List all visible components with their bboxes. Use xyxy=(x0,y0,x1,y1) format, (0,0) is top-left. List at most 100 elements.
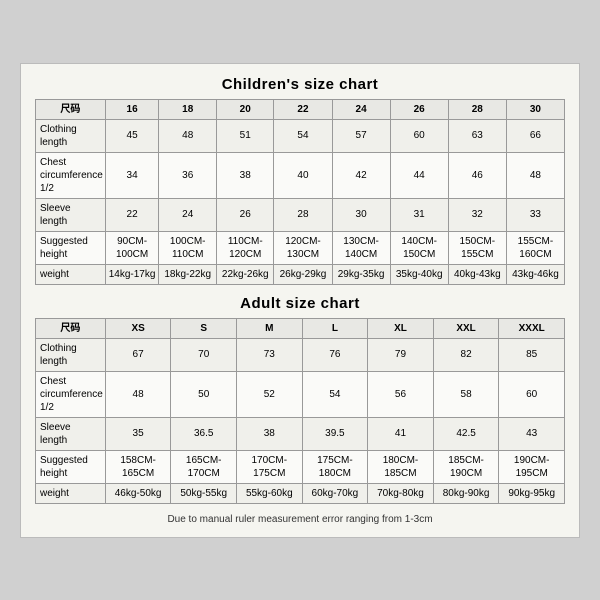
cell-value: 35 xyxy=(105,417,171,450)
cell-value: 22 xyxy=(105,198,159,231)
cell-value: 34 xyxy=(105,152,159,198)
cell-value: 31 xyxy=(390,198,448,231)
column-header: 18 xyxy=(159,99,217,119)
cell-value: 170CM-175CM xyxy=(237,450,303,483)
cell-value: 180CM-185CM xyxy=(368,450,434,483)
cell-value: 39.5 xyxy=(302,417,368,450)
cell-value: 175CM-180CM xyxy=(302,450,368,483)
cell-value: 38 xyxy=(217,152,274,198)
cell-value: 42 xyxy=(332,152,390,198)
cell-value: 82 xyxy=(433,338,499,371)
cell-value: 28 xyxy=(274,198,332,231)
row-label: Suggested height xyxy=(36,231,106,264)
column-header: XS xyxy=(105,318,171,338)
row-label: Chest circumference 1/2 xyxy=(36,371,106,417)
cell-value: 46 xyxy=(448,152,506,198)
column-header: 尺码 xyxy=(36,99,106,119)
table-row: Suggested height158CM-165CM165CM-170CM17… xyxy=(36,450,565,483)
row-label: Suggested height xyxy=(36,450,106,483)
cell-value: 57 xyxy=(332,119,390,152)
table-row: Suggested height90CM-100CM100CM-110CM110… xyxy=(36,231,565,264)
cell-value: 36 xyxy=(159,152,217,198)
cell-value: 26kg-29kg xyxy=(274,264,332,284)
cell-value: 76 xyxy=(302,338,368,371)
cell-value: 48 xyxy=(506,152,564,198)
cell-value: 43kg-46kg xyxy=(506,264,564,284)
cell-value: 30 xyxy=(332,198,390,231)
cell-value: 40kg-43kg xyxy=(448,264,506,284)
cell-value: 100CM-110CM xyxy=(159,231,217,264)
row-label: Clothing length xyxy=(36,338,106,371)
row-label: weight xyxy=(36,483,106,503)
column-header: 20 xyxy=(217,99,274,119)
column-header: 22 xyxy=(274,99,332,119)
cell-value: 44 xyxy=(390,152,448,198)
cell-value: 41 xyxy=(368,417,434,450)
cell-value: 60kg-70kg xyxy=(302,483,368,503)
cell-value: 50kg-55kg xyxy=(171,483,237,503)
cell-value: 73 xyxy=(237,338,303,371)
cell-value: 190CM-195CM xyxy=(499,450,565,483)
cell-value: 155CM-160CM xyxy=(506,231,564,264)
column-header: 尺码 xyxy=(36,318,106,338)
cell-value: 36.5 xyxy=(171,417,237,450)
row-label: Sleeve length xyxy=(36,198,106,231)
table-row: Chest circumference 1/23436384042444648 xyxy=(36,152,565,198)
cell-value: 90kg-95kg xyxy=(499,483,565,503)
cell-value: 85 xyxy=(499,338,565,371)
cell-value: 38 xyxy=(237,417,303,450)
column-header: S xyxy=(171,318,237,338)
children-chart-table: 尺码1618202224262830 Clothing length454851… xyxy=(35,99,565,285)
column-header: 30 xyxy=(506,99,564,119)
cell-value: 110CM-120CM xyxy=(217,231,274,264)
cell-value: 40 xyxy=(274,152,332,198)
cell-value: 150CM-155CM xyxy=(448,231,506,264)
cell-value: 70kg-80kg xyxy=(368,483,434,503)
cell-value: 50 xyxy=(171,371,237,417)
cell-value: 80kg-90kg xyxy=(433,483,499,503)
table-row: Clothing length4548515457606366 xyxy=(36,119,565,152)
cell-value: 158CM-165CM xyxy=(105,450,171,483)
row-label: Sleeve length xyxy=(36,417,106,450)
table-row: weight14kg-17kg18kg-22kg22kg-26kg26kg-29… xyxy=(36,264,565,284)
adult-chart-table: 尺码XSSMLXLXXLXXXL Clothing length67707376… xyxy=(35,318,565,504)
cell-value: 24 xyxy=(159,198,217,231)
cell-value: 42.5 xyxy=(433,417,499,450)
column-header: 24 xyxy=(332,99,390,119)
cell-value: 32 xyxy=(448,198,506,231)
cell-value: 43 xyxy=(499,417,565,450)
cell-value: 55kg-60kg xyxy=(237,483,303,503)
column-header: L xyxy=(302,318,368,338)
column-header: 28 xyxy=(448,99,506,119)
cell-value: 90CM-100CM xyxy=(105,231,159,264)
cell-value: 60 xyxy=(499,371,565,417)
cell-value: 33 xyxy=(506,198,564,231)
cell-value: 48 xyxy=(159,119,217,152)
cell-value: 56 xyxy=(368,371,434,417)
cell-value: 79 xyxy=(368,338,434,371)
cell-value: 46kg-50kg xyxy=(105,483,171,503)
cell-value: 54 xyxy=(274,119,332,152)
adult-chart-title: Adult size chart xyxy=(35,295,565,312)
cell-value: 29kg-35kg xyxy=(332,264,390,284)
cell-value: 48 xyxy=(105,371,171,417)
cell-value: 185CM-190CM xyxy=(433,450,499,483)
cell-value: 54 xyxy=(302,371,368,417)
cell-value: 51 xyxy=(217,119,274,152)
column-header: XL xyxy=(368,318,434,338)
cell-value: 14kg-17kg xyxy=(105,264,159,284)
column-header: M xyxy=(237,318,303,338)
column-header: XXXL xyxy=(499,318,565,338)
row-label: Clothing length xyxy=(36,119,106,152)
cell-value: 26 xyxy=(217,198,274,231)
column-header: XXL xyxy=(433,318,499,338)
cell-value: 60 xyxy=(390,119,448,152)
table-row: Chest circumference 1/248505254565860 xyxy=(36,371,565,417)
table-row: Clothing length67707376798285 xyxy=(36,338,565,371)
cell-value: 18kg-22kg xyxy=(159,264,217,284)
row-label: weight xyxy=(36,264,106,284)
cell-value: 52 xyxy=(237,371,303,417)
footer-note: Due to manual ruler measurement error ra… xyxy=(35,514,565,525)
cell-value: 70 xyxy=(171,338,237,371)
column-header: 16 xyxy=(105,99,159,119)
